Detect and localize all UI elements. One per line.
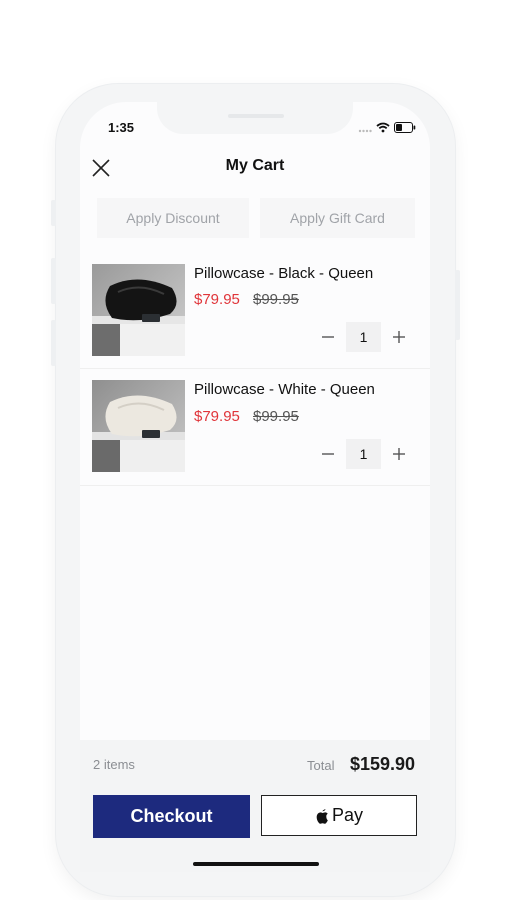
quantity-value[interactable]: 1 <box>346 439 381 469</box>
plus-icon <box>393 331 405 343</box>
minus-icon <box>322 336 334 338</box>
close-button[interactable] <box>91 158 111 178</box>
quantity-value[interactable]: 1 <box>346 322 381 352</box>
home-indicator <box>193 862 319 866</box>
item-original-price: $99.95 <box>253 291 299 308</box>
plus-icon <box>393 448 405 460</box>
increase-quantity-button[interactable] <box>391 329 407 345</box>
status-icons <box>358 120 416 138</box>
checkout-button[interactable]: Checkout <box>93 795 250 838</box>
total-label: Total <box>307 758 335 773</box>
phone-speaker <box>228 114 284 118</box>
apple-pay-button[interactable]: Pay <box>261 795 417 836</box>
item-name[interactable]: Pillowcase - White - Queen <box>194 381 375 398</box>
page-title: My Cart <box>225 157 285 174</box>
item-count: 2 items <box>93 757 135 772</box>
item-original-price: $99.95 <box>253 408 299 425</box>
divider <box>80 485 430 486</box>
phone-side-button <box>51 258 56 304</box>
phone-side-button <box>455 270 460 340</box>
apply-gift-card-button[interactable]: Apply Gift Card <box>260 198 415 238</box>
phone-side-button <box>51 200 56 226</box>
phone-notch <box>157 102 353 134</box>
divider <box>80 368 430 369</box>
signal-icon <box>358 120 372 138</box>
item-name[interactable]: Pillowcase - Black - Queen <box>194 265 373 282</box>
battery-icon <box>394 120 416 138</box>
total-value: $159.90 <box>350 754 416 774</box>
status-time: 1:35 <box>108 120 135 135</box>
minus-icon <box>322 453 334 455</box>
phone-side-button <box>51 320 56 366</box>
apple-logo-icon <box>316 809 328 824</box>
increase-quantity-button[interactable] <box>391 446 407 462</box>
apple-pay-label: Pay <box>331 805 364 825</box>
decrease-quantity-button[interactable] <box>320 446 336 462</box>
decrease-quantity-button[interactable] <box>320 329 336 345</box>
item-sale-price: $79.95 <box>194 291 240 308</box>
item-sale-price: $79.95 <box>194 408 240 425</box>
wifi-icon <box>376 120 390 138</box>
product-image-white-pillowcase[interactable] <box>92 380 185 472</box>
product-image-black-pillowcase[interactable] <box>92 264 185 356</box>
close-icon <box>92 159 110 177</box>
apply-discount-button[interactable]: Apply Discount <box>97 198 249 238</box>
